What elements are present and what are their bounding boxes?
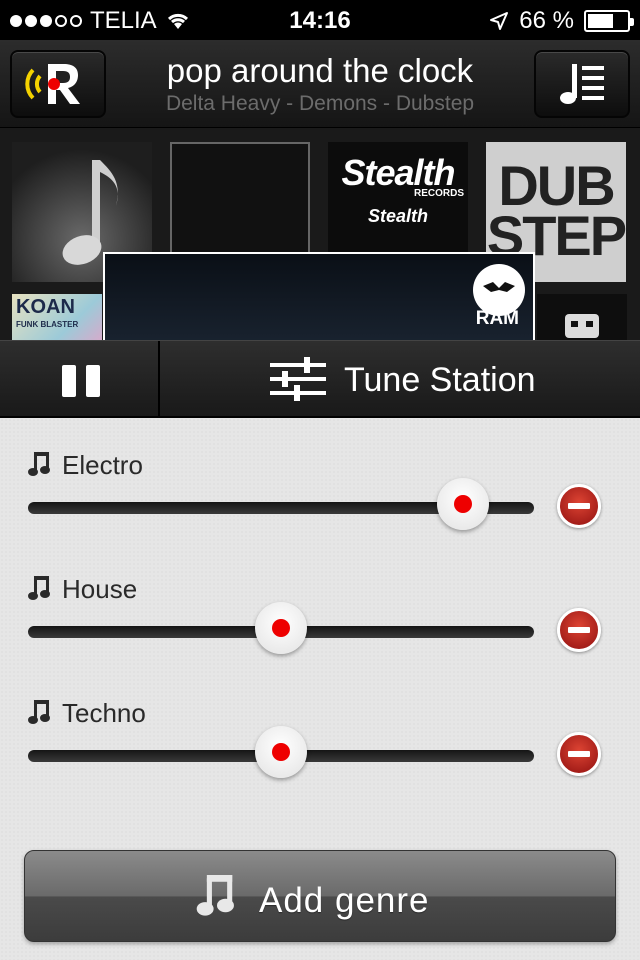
music-note-icon (28, 700, 50, 724)
genre-row-electro: Electro (0, 450, 640, 570)
genre-slider-knob[interactable] (437, 478, 490, 530)
stealth-brand-small: Stealth (367, 206, 428, 226)
album-art-ram[interactable]: RAM (103, 252, 535, 340)
add-genre-button[interactable]: Add genre (24, 850, 616, 942)
stealth-records: RECORDS (413, 188, 464, 199)
music-note-icon (196, 875, 234, 916)
skull-icon (565, 314, 599, 338)
tune-station-label: Tune Station (344, 361, 536, 399)
ram-label: RAM (475, 308, 519, 329)
remove-genre-button[interactable] (557, 608, 601, 652)
playlist-button[interactable] (534, 50, 630, 118)
album-art-grid: Stealth RECORDS Stealth DUB STEP KOAN FU… (0, 128, 640, 340)
music-note-icon (28, 452, 50, 476)
tune-station-button[interactable]: Tune Station (162, 341, 640, 417)
now-playing-subtitle: Delta Heavy - Demons - Dubstep (165, 92, 475, 115)
genre-label: House (62, 574, 138, 604)
control-bar: Tune Station (0, 340, 640, 418)
status-bar: TELIA 14:16 66 % (0, 0, 640, 40)
nav-bar: pop around the clock Delta Heavy - Demon… (0, 40, 640, 128)
radio-logo-icon (25, 64, 80, 104)
genre-label: Electro (62, 450, 143, 480)
genre-slider-knob[interactable] (255, 602, 307, 654)
genre-row-house: House (0, 574, 640, 694)
album-art-koan[interactable]: KOAN FUNK BLASTER (12, 294, 102, 340)
koan-title: KOAN (16, 296, 75, 318)
status-right: 66 % (489, 7, 634, 35)
remove-genre-button[interactable] (557, 484, 601, 528)
add-genre-label: Add genre (259, 881, 430, 920)
battery-percent: 66 % (519, 7, 574, 34)
music-note-icon (28, 576, 50, 600)
koan-subtitle: FUNK BLASTER (16, 320, 79, 329)
genre-label: Techno (62, 698, 146, 728)
pause-icon-bar (86, 365, 100, 397)
album-art-skull[interactable] (537, 294, 627, 340)
station-title: pop around the clock (166, 52, 474, 89)
battery-icon (584, 10, 634, 32)
radio-logo-button[interactable] (10, 50, 106, 118)
genre-tuner-panel: Electro House Techno Add genre (0, 418, 640, 960)
location-arrow-icon (490, 12, 509, 30)
pause-icon (62, 365, 76, 397)
sliders-icon (270, 357, 326, 401)
remove-genre-button[interactable] (557, 732, 601, 776)
genre-slider-knob[interactable] (255, 726, 307, 778)
genre-row-techno: Techno (0, 698, 640, 818)
pause-button[interactable] (0, 341, 160, 417)
playlist-icon (560, 64, 604, 104)
